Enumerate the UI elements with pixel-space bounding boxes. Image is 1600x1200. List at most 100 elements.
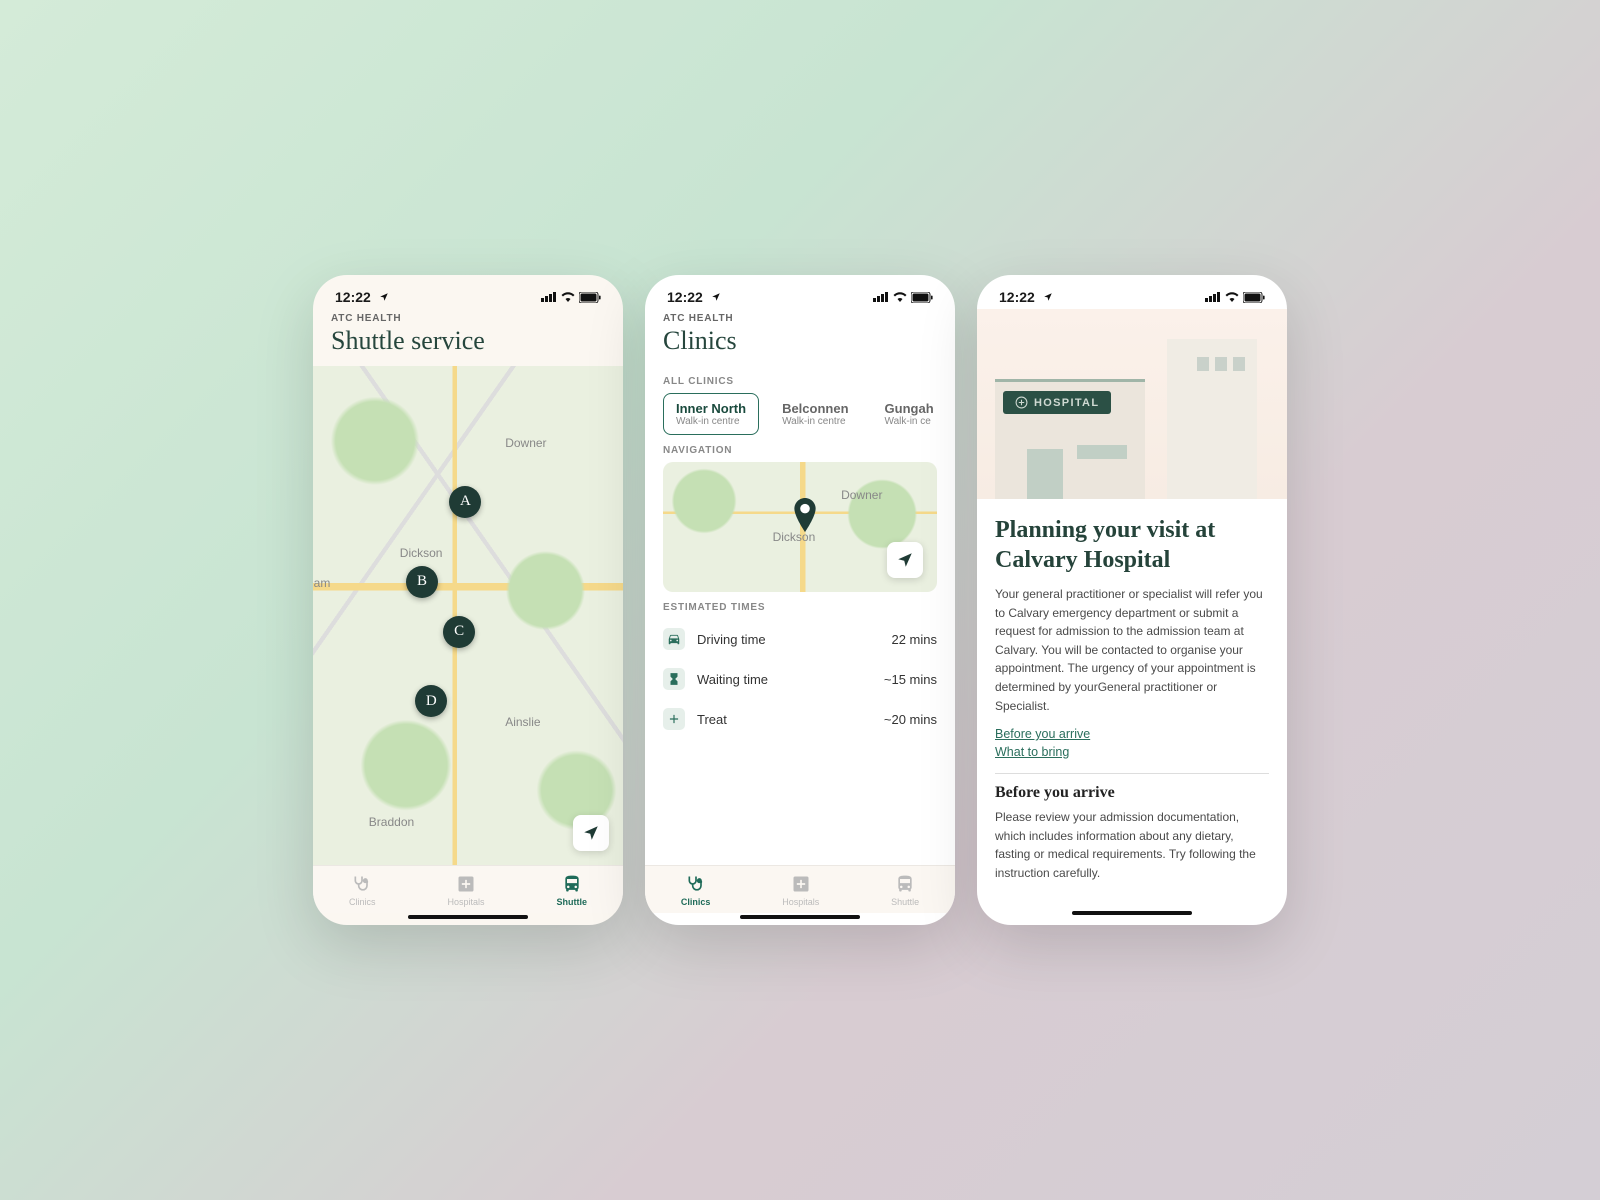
clinic-sub: Walk-in centre (782, 416, 848, 427)
tab-hospitals[interactable]: Hospitals (447, 874, 484, 907)
recenter-button[interactable] (573, 815, 609, 851)
page-header: ATC HEALTH Clinics (645, 309, 955, 366)
recenter-icon (896, 551, 914, 569)
shuttle-map[interactable]: ·ham Downer Dickson Ainslie Braddon A B … (313, 366, 623, 865)
clinic-tabs: Inner North Walk-in centre Belconnen Wal… (645, 393, 955, 435)
tab-clinics-label: Clinics (681, 897, 711, 907)
article-body: Your general practitioner or specialist … (995, 585, 1269, 715)
hospital-tag-label: HOSPITAL (1034, 397, 1099, 409)
plus-icon (663, 708, 685, 730)
clinic-tab-belconnen[interactable]: Belconnen Walk-in centre (769, 393, 861, 435)
status-indicators (541, 292, 601, 303)
shuttle-stop-b[interactable]: B (406, 566, 438, 598)
shuttle-stop-c[interactable]: C (443, 616, 475, 648)
eyebrow: ATC HEALTH (663, 313, 937, 324)
article-title: Planning your visit at Calvary Hospital (995, 515, 1269, 575)
car-icon (663, 628, 685, 650)
article-content: Planning your visit at Calvary Hospital … (977, 499, 1287, 925)
article-sub-body: Please review your admission documentati… (995, 808, 1269, 882)
shuttle-stop-a[interactable]: A (449, 486, 481, 518)
link-before-arrive[interactable]: Before you arrive (995, 727, 1269, 741)
estimate-label: Driving time (697, 632, 766, 647)
divider (995, 773, 1269, 774)
signal-icon (1205, 292, 1221, 302)
status-time: 12:22 (667, 289, 703, 305)
tab-hospitals-label: Hospitals (782, 897, 819, 907)
home-indicator[interactable] (740, 915, 860, 919)
hospital-icon (456, 874, 476, 894)
page-title: Clinics (663, 326, 937, 356)
link-what-to-bring[interactable]: What to bring (995, 745, 1269, 759)
clinic-sub: Walk-in centre (676, 416, 746, 427)
page-title: Shuttle service (331, 326, 605, 356)
tab-shuttle-label: Shuttle (891, 897, 919, 907)
hospital-illustration: HOSPITAL (977, 309, 1287, 499)
wifi-icon (561, 292, 575, 302)
tab-clinics[interactable]: Clinics (349, 874, 376, 907)
clinic-tab-inner-north[interactable]: Inner North Walk-in centre (663, 393, 759, 435)
tab-bar: Clinics Hospitals Shuttle (313, 865, 623, 913)
status-indicators (873, 292, 933, 303)
location-arrow-icon (1043, 289, 1053, 305)
map-pin-icon (792, 498, 818, 537)
status-indicators (1205, 292, 1265, 303)
home-indicator[interactable] (1072, 911, 1192, 915)
phone-clinics: 12:22 ATC HEALTH Clinics ALL CLINICS Inn… (645, 275, 955, 925)
estimated-label: ESTIMATED TIMES (645, 592, 955, 619)
phone-shuttle: 12:22 ATC HEALTH Shuttle service ·ham Do… (313, 275, 623, 925)
wifi-icon (1225, 292, 1239, 302)
stethoscope-icon (686, 874, 706, 894)
eyebrow: ATC HEALTH (331, 313, 605, 324)
navigation-label: NAVIGATION (645, 435, 955, 462)
status-time: 12:22 (335, 289, 371, 305)
estimate-waiting: Waiting time ~15 mins (663, 659, 937, 699)
estimate-treat: Treat ~20 mins (663, 699, 937, 739)
article-subheading: Before you arrive (995, 784, 1269, 802)
stethoscope-icon (352, 874, 372, 894)
clinic-sub: Walk-in ce (885, 416, 934, 427)
tab-shuttle[interactable]: Shuttle (891, 874, 919, 907)
signal-icon (541, 292, 557, 302)
map-label-lyneham: ·ham (313, 576, 330, 590)
map-label-dickson: Dickson (400, 546, 443, 560)
tab-clinics[interactable]: Clinics (681, 874, 711, 907)
tab-clinics-label: Clinics (349, 897, 376, 907)
home-indicator[interactable] (408, 915, 528, 919)
map-label-braddon: Braddon (369, 815, 414, 829)
cross-circle-icon (1015, 396, 1028, 409)
phone-article: 12:22 HOSPITAL Planning your visit at Ca… (977, 275, 1287, 925)
clinic-tab-gungahlin[interactable]: Gungah Walk-in ce (872, 393, 947, 435)
estimate-value: ~15 mins (884, 672, 937, 687)
status-bar: 12:22 (645, 275, 955, 309)
status-bar: 12:22 (977, 275, 1287, 309)
hospital-tag: HOSPITAL (1003, 391, 1111, 414)
battery-icon (911, 292, 933, 303)
tab-hospitals[interactable]: Hospitals (782, 874, 819, 907)
tab-shuttle[interactable]: Shuttle (556, 874, 587, 907)
navigation-map[interactable]: Dickson Downer (663, 462, 937, 592)
estimate-label: Waiting time (697, 672, 768, 687)
clinic-name: Gungah (885, 401, 934, 416)
shuttle-stop-d[interactable]: D (415, 685, 447, 717)
tab-bar: Clinics Hospitals Shuttle (645, 865, 955, 913)
wifi-icon (893, 292, 907, 302)
clinic-name: Inner North (676, 401, 746, 416)
bus-icon (562, 874, 582, 894)
location-arrow-icon (711, 289, 721, 305)
battery-icon (1243, 292, 1265, 303)
tab-hospitals-label: Hospitals (447, 897, 484, 907)
map-label-downer: Downer (841, 488, 882, 502)
all-clinics-label: ALL CLINICS (645, 366, 955, 393)
estimate-label: Treat (697, 712, 727, 727)
estimate-value: ~20 mins (884, 712, 937, 727)
recenter-button[interactable] (887, 542, 923, 578)
status-time: 12:22 (999, 289, 1035, 305)
estimate-driving: Driving time 22 mins (663, 619, 937, 659)
hourglass-icon (663, 668, 685, 690)
bus-icon (895, 874, 915, 894)
battery-icon (579, 292, 601, 303)
clinic-name: Belconnen (782, 401, 848, 416)
page-header: ATC HEALTH Shuttle service (313, 309, 623, 366)
signal-icon (873, 292, 889, 302)
hospital-icon (791, 874, 811, 894)
